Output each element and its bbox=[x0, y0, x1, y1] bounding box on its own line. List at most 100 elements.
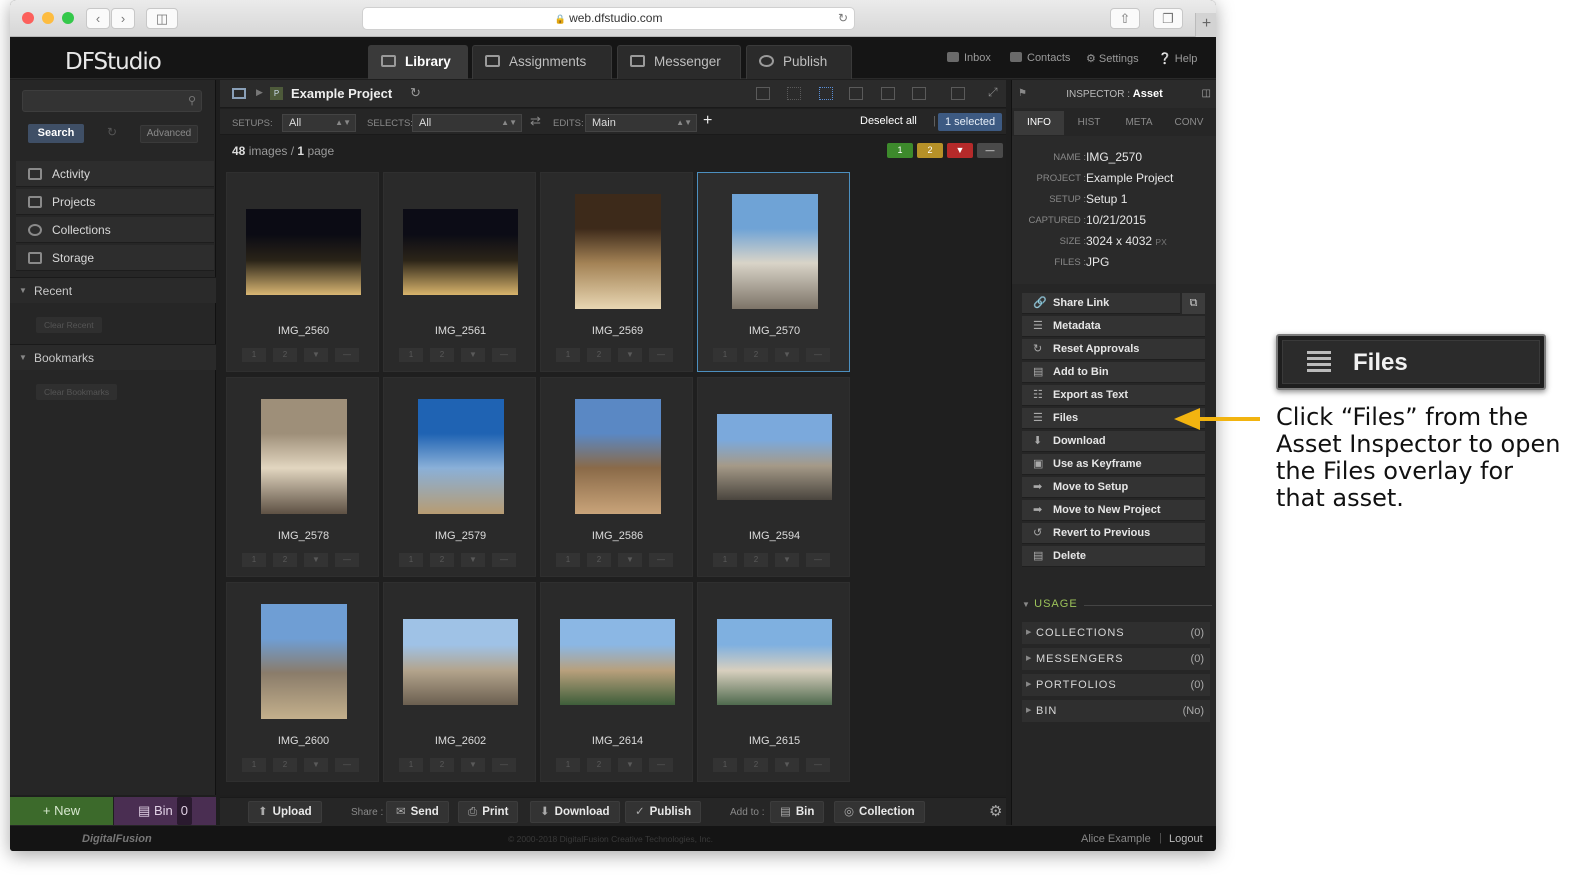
thumbnail-image[interactable] bbox=[261, 604, 347, 719]
rating-filter-reject[interactable]: ▼ bbox=[947, 143, 973, 158]
reject-button[interactable]: ▼ bbox=[304, 553, 328, 567]
thumbnail-image[interactable] bbox=[732, 194, 818, 309]
clear-rating-button[interactable]: — bbox=[649, 553, 673, 567]
rating-filter-1[interactable]: 1 bbox=[887, 143, 913, 158]
delete-button[interactable]: ▤ Delete bbox=[1022, 546, 1205, 567]
sync-icon[interactable]: ⇄ bbox=[530, 113, 541, 129]
rate-1-button[interactable]: 1 bbox=[556, 758, 580, 772]
contacts-link[interactable]: Contacts bbox=[1010, 52, 1070, 64]
rate-2-button[interactable]: 2 bbox=[587, 758, 611, 772]
rate-1-button[interactable]: 1 bbox=[242, 553, 266, 567]
rating-filter-none[interactable]: — bbox=[977, 143, 1003, 158]
thumbnail-cell[interactable]: IMG_2569 1 2 ▼ — bbox=[540, 172, 693, 372]
rate-1-button[interactable]: 1 bbox=[399, 553, 423, 567]
sidebar-item-activity[interactable]: Activity bbox=[16, 161, 214, 187]
thumbnail-cell[interactable]: IMG_2570 1 2 ▼ — bbox=[697, 172, 850, 372]
thumbnail-image[interactable] bbox=[575, 194, 661, 309]
thumbnail-cell[interactable]: IMG_2602 1 2 ▼ — bbox=[383, 582, 536, 782]
overlay-icon[interactable] bbox=[951, 87, 965, 100]
reject-button[interactable]: ▼ bbox=[304, 348, 328, 362]
new-button[interactable]: + New bbox=[10, 797, 113, 825]
forward-icon[interactable]: › bbox=[111, 8, 135, 29]
export-as-text-button[interactable]: ☷ Export as Text bbox=[1022, 385, 1205, 406]
sidebar-item-storage[interactable]: Storage bbox=[16, 245, 214, 271]
tab-meta[interactable]: META bbox=[1114, 111, 1164, 135]
thumbnail-cell[interactable]: IMG_2561 1 2 ▼ — bbox=[383, 172, 536, 372]
rate-2-button[interactable]: 2 bbox=[744, 758, 768, 772]
bin-button[interactable]: ▤ Bin 0 bbox=[114, 797, 216, 825]
rate-2-button[interactable]: 2 bbox=[430, 758, 454, 772]
rate-1-button[interactable]: 1 bbox=[713, 348, 737, 362]
clear-rating-button[interactable]: — bbox=[335, 758, 359, 772]
selects-select[interactable]: All ▲▼ bbox=[412, 114, 522, 132]
recent-header[interactable]: ▼ Recent bbox=[10, 277, 216, 303]
thumbnail-image[interactable] bbox=[246, 209, 361, 295]
reject-button[interactable]: ▼ bbox=[618, 348, 642, 362]
reset-icon[interactable]: ↻ bbox=[107, 125, 117, 139]
user-name[interactable]: Alice Example bbox=[1081, 833, 1151, 845]
rate-1-button[interactable]: 1 bbox=[713, 553, 737, 567]
reject-button[interactable]: ▼ bbox=[775, 553, 799, 567]
settings-link[interactable]: ⚙ Settings bbox=[1086, 52, 1139, 65]
new-tab-icon[interactable]: + bbox=[1195, 13, 1216, 37]
add-edit-icon[interactable]: + bbox=[703, 112, 712, 130]
clear-rating-button[interactable]: — bbox=[335, 348, 359, 362]
thumbnail-cell[interactable]: IMG_2578 1 2 ▼ — bbox=[226, 377, 379, 577]
rate-2-button[interactable]: 2 bbox=[273, 348, 297, 362]
address-bar[interactable]: 🔒 web.dfstudio.com ↻ bbox=[362, 7, 855, 30]
thumbnail-cell[interactable]: IMG_2614 1 2 ▼ — bbox=[540, 582, 693, 782]
download-button[interactable]: ⬇ Download bbox=[1022, 431, 1205, 452]
rating-filter-2[interactable]: 2 bbox=[917, 143, 943, 158]
logout-link[interactable]: Logout bbox=[1169, 833, 1203, 845]
rate-1-button[interactable]: 1 bbox=[399, 758, 423, 772]
clear-bookmarks-button[interactable]: Clear Bookmarks bbox=[36, 384, 118, 400]
thumbnail-image[interactable] bbox=[418, 399, 504, 514]
download-button[interactable]: ⬇ Download bbox=[530, 801, 620, 823]
reject-button[interactable]: ▼ bbox=[618, 553, 642, 567]
tabs-overview-icon[interactable]: ❐ bbox=[1153, 8, 1183, 29]
view-single-icon[interactable] bbox=[881, 87, 895, 100]
thumbnail-cell[interactable]: IMG_2615 1 2 ▼ — bbox=[697, 582, 850, 782]
sidebar-item-projects[interactable]: Projects bbox=[16, 189, 214, 215]
inbox-link[interactable]: Inbox bbox=[947, 52, 991, 64]
back-icon[interactable]: ‹ bbox=[86, 8, 110, 29]
clear-rating-button[interactable]: — bbox=[335, 553, 359, 567]
clear-rating-button[interactable]: — bbox=[492, 348, 516, 362]
thumbnail-cell[interactable]: IMG_2594 1 2 ▼ — bbox=[697, 377, 850, 577]
rate-2-button[interactable]: 2 bbox=[587, 348, 611, 362]
print-button[interactable]: ⎙ Print bbox=[458, 801, 519, 823]
fullscreen-icon[interactable]: ⤢ bbox=[988, 85, 1002, 99]
usage-row-collections[interactable]: ▶ COLLECTIONS (0) bbox=[1022, 622, 1210, 644]
rate-2-button[interactable]: 2 bbox=[430, 553, 454, 567]
usage-header[interactable]: ▼ USAGE bbox=[1022, 598, 1212, 610]
reject-button[interactable]: ▼ bbox=[461, 348, 485, 362]
tab-assignments[interactable]: Assignments bbox=[472, 45, 612, 79]
setups-select[interactable]: All ▲▼ bbox=[282, 114, 356, 132]
revert-to-previous-button[interactable]: ↺ Revert to Previous bbox=[1022, 523, 1205, 544]
view-details-icon[interactable] bbox=[787, 87, 801, 100]
gear-icon[interactable]: ⚙ bbox=[989, 802, 1002, 820]
rate-1-button[interactable]: 1 bbox=[713, 758, 737, 772]
view-list-icon[interactable] bbox=[756, 87, 770, 100]
thumbnail-image[interactable] bbox=[403, 619, 518, 705]
deselect-all-link[interactable]: Deselect all bbox=[860, 115, 917, 127]
rate-2-button[interactable]: 2 bbox=[744, 348, 768, 362]
rate-2-button[interactable]: 2 bbox=[273, 758, 297, 772]
thumbnail-image[interactable] bbox=[560, 619, 675, 705]
clear-rating-button[interactable]: — bbox=[492, 758, 516, 772]
clear-rating-button[interactable]: — bbox=[806, 758, 830, 772]
add-to-bin-button[interactable]: ▤ Add to Bin bbox=[1022, 362, 1205, 383]
tab-conv[interactable]: CONV bbox=[1164, 111, 1214, 135]
tab-hist[interactable]: HIST bbox=[1064, 111, 1114, 135]
upload-button[interactable]: ⬆ Upload bbox=[248, 801, 322, 823]
bookmarks-header[interactable]: ▼ Bookmarks bbox=[10, 344, 216, 370]
rate-2-button[interactable]: 2 bbox=[744, 553, 768, 567]
reject-button[interactable]: ▼ bbox=[775, 348, 799, 362]
search-input[interactable]: ⚲ bbox=[22, 90, 202, 112]
reject-button[interactable]: ▼ bbox=[461, 553, 485, 567]
view-small-grid-icon[interactable] bbox=[819, 87, 833, 100]
thumbnail-cell[interactable]: IMG_2600 1 2 ▼ — bbox=[226, 582, 379, 782]
sidebar-item-collections[interactable]: Collections bbox=[16, 217, 214, 243]
thumbnail-image[interactable] bbox=[403, 209, 518, 295]
move-to-setup-button[interactable]: ➡ Move to Setup bbox=[1022, 477, 1205, 498]
